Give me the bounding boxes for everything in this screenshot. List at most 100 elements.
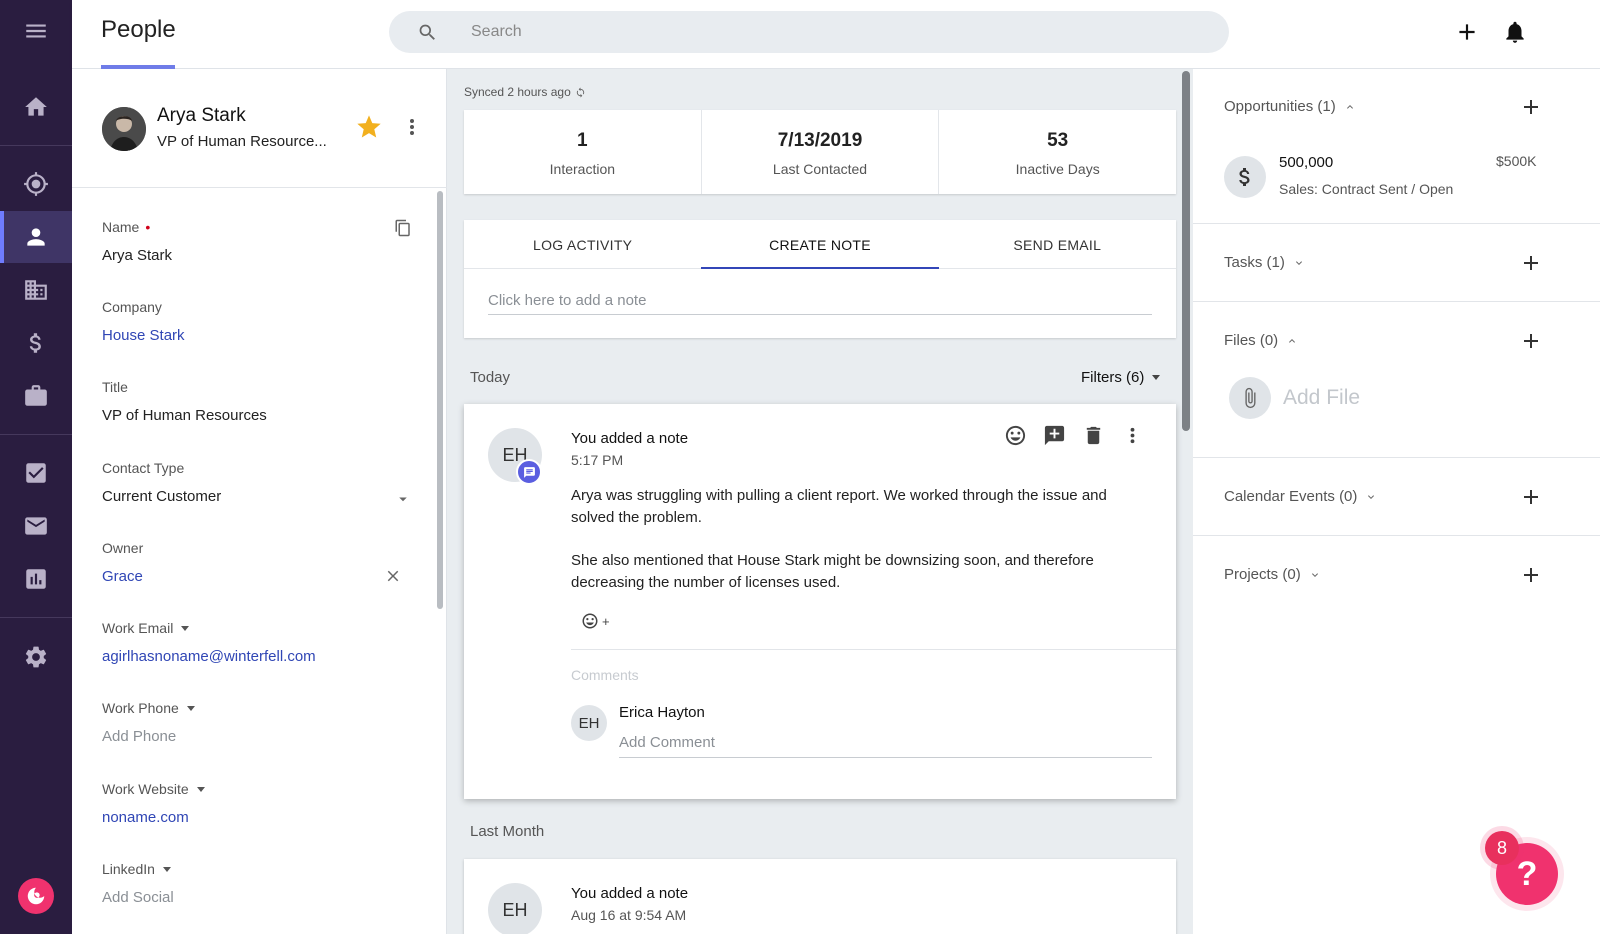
reaction-plus: + (602, 613, 610, 629)
nav-projects[interactable] (0, 370, 72, 422)
nav-people[interactable] (0, 211, 72, 263)
add-reaction-button[interactable]: + (581, 612, 610, 630)
avatar-photo-icon (102, 107, 146, 151)
note-card: EH You added a note 5:17 PM Arya was str… (464, 404, 1176, 799)
email-link[interactable]: agirlhasnoname@winterfell.com (102, 648, 412, 665)
profile-scrollbar[interactable] (437, 191, 443, 609)
note-input[interactable] (488, 287, 1152, 315)
nav-home[interactable] (0, 81, 72, 133)
opportunity-name[interactable]: 500,000 (1279, 154, 1333, 171)
opportunities-toggle[interactable]: Opportunities (1) (1224, 98, 1356, 115)
field-owner: Owner Grace (102, 540, 412, 585)
stat-value: 53 (1047, 130, 1069, 151)
stat-value: 1 (577, 130, 588, 151)
files-toggle[interactable]: Files (0) (1224, 332, 1298, 349)
company-link[interactable]: House Stark (102, 327, 412, 344)
field-label: LinkedIn (102, 861, 155, 877)
profile-more-button[interactable] (400, 115, 424, 139)
note-heading: You added a note (571, 885, 689, 902)
group-label-last-month: Last Month (470, 823, 545, 840)
calendar-toggle[interactable]: Calendar Events (0) (1224, 488, 1377, 505)
help-notification-badge[interactable]: 8 (1485, 831, 1519, 865)
caret-down-icon (1152, 375, 1161, 380)
menu-button[interactable] (0, 5, 72, 57)
caret-down-icon (162, 866, 171, 872)
caret-down-icon (399, 497, 407, 502)
stat-interactions: 1 Interaction (464, 110, 702, 194)
note-time: Aug 16 at 9:54 AM (571, 907, 687, 923)
hamburger-icon (26, 24, 46, 38)
caret-down-icon (186, 705, 195, 711)
search-input[interactable] (471, 21, 1171, 43)
nav-settings[interactable] (0, 631, 72, 683)
delete-button[interactable] (1082, 424, 1105, 447)
tab-log-activity[interactable]: LOG ACTIVITY (464, 220, 701, 268)
dollar-icon (29, 333, 41, 353)
add-task-button[interactable] (1519, 251, 1543, 275)
nav-leads[interactable] (0, 158, 72, 210)
field-label-dropdown[interactable]: LinkedIn (102, 861, 412, 877)
plus-icon (1459, 24, 1475, 40)
bell-icon (1506, 21, 1524, 43)
notifications-button[interactable] (1501, 18, 1529, 46)
field-work-website: Work Website noname.com (102, 781, 412, 826)
sync-icon[interactable] (575, 86, 586, 98)
chevron-down-icon (1311, 572, 1318, 577)
activity-composer: LOG ACTIVITY CREATE NOTE SEND EMAIL (464, 220, 1176, 338)
nav-companies[interactable] (0, 264, 72, 316)
app-logo[interactable] (18, 878, 54, 914)
feed-scrollbar[interactable] (1182, 71, 1190, 431)
projects-toggle[interactable]: Projects (0) (1224, 566, 1321, 583)
favorite-button[interactable] (355, 113, 383, 141)
home-icon (25, 97, 47, 116)
stat-inactive-days: 53 Inactive Days (939, 110, 1176, 194)
comment-input[interactable] (619, 728, 1152, 758)
title-value[interactable]: VP of Human Resources (102, 407, 412, 424)
gear-icon (25, 646, 47, 668)
add-file-plus-button[interactable] (1519, 329, 1543, 353)
add-opportunity-button[interactable] (1519, 95, 1543, 119)
contact-type-select[interactable]: Current Customer (102, 488, 412, 505)
nav-email[interactable] (0, 500, 72, 552)
field-label-dropdown[interactable]: Work Email (102, 620, 412, 636)
add-comment-button[interactable] (1043, 424, 1066, 447)
add-button[interactable] (1453, 18, 1481, 46)
note-card: EH You added a note Aug 16 at 9:54 AM (464, 859, 1176, 934)
tasks-toggle[interactable]: Tasks (1) (1224, 254, 1305, 271)
note-icon (523, 466, 535, 478)
nav-opportunities[interactable] (0, 317, 72, 369)
owner-link[interactable]: Grace (102, 568, 412, 585)
target-icon (24, 172, 48, 196)
stats-card: 1 Interaction 7/13/2019 Last Contacted 5… (464, 110, 1176, 194)
website-link[interactable]: noname.com (102, 809, 412, 826)
copy-button[interactable] (394, 219, 412, 237)
emoji-button[interactable] (1004, 424, 1027, 447)
tab-send-email[interactable]: SEND EMAIL (939, 220, 1176, 268)
note-paragraph: She also mentioned that House Stark migh… (571, 552, 1094, 591)
add-event-button[interactable] (1519, 485, 1543, 509)
commenter-name: Erica Hayton (619, 704, 705, 721)
name-value[interactable]: Arya Stark (102, 247, 412, 264)
field-label: Name (102, 219, 140, 235)
add-project-button[interactable] (1519, 563, 1543, 587)
note-more-button[interactable] (1121, 424, 1144, 447)
field-label-dropdown[interactable]: Work Phone (102, 700, 412, 716)
plus-icon (1524, 256, 1538, 270)
rail-divider (0, 145, 72, 146)
nav-reports[interactable] (0, 553, 72, 605)
phone-input[interactable]: Add Phone (102, 728, 412, 745)
field-label-dropdown[interactable]: Work Website (102, 781, 412, 797)
social-input[interactable]: Add Social (102, 889, 412, 906)
clear-owner-button[interactable] (384, 567, 402, 585)
attach-file-button[interactable] (1229, 377, 1271, 419)
section-title: Opportunities (1) (1224, 98, 1336, 115)
related-panel: Opportunities (1) 500,000 Sales: Contrac… (1193, 69, 1600, 934)
contact-type-dropdown[interactable] (394, 490, 412, 508)
filters-button[interactable]: Filters (6) (1081, 369, 1161, 386)
tab-create-note[interactable]: CREATE NOTE (701, 220, 939, 269)
nav-tasks[interactable] (0, 447, 72, 499)
smiley-icon (1005, 425, 1026, 446)
add-file-link[interactable]: Add File (1283, 386, 1360, 410)
activity-feed: Synced 2 hours ago 1 Interaction 7/13/20… (447, 69, 1193, 934)
search-bar[interactable] (389, 11, 1229, 53)
